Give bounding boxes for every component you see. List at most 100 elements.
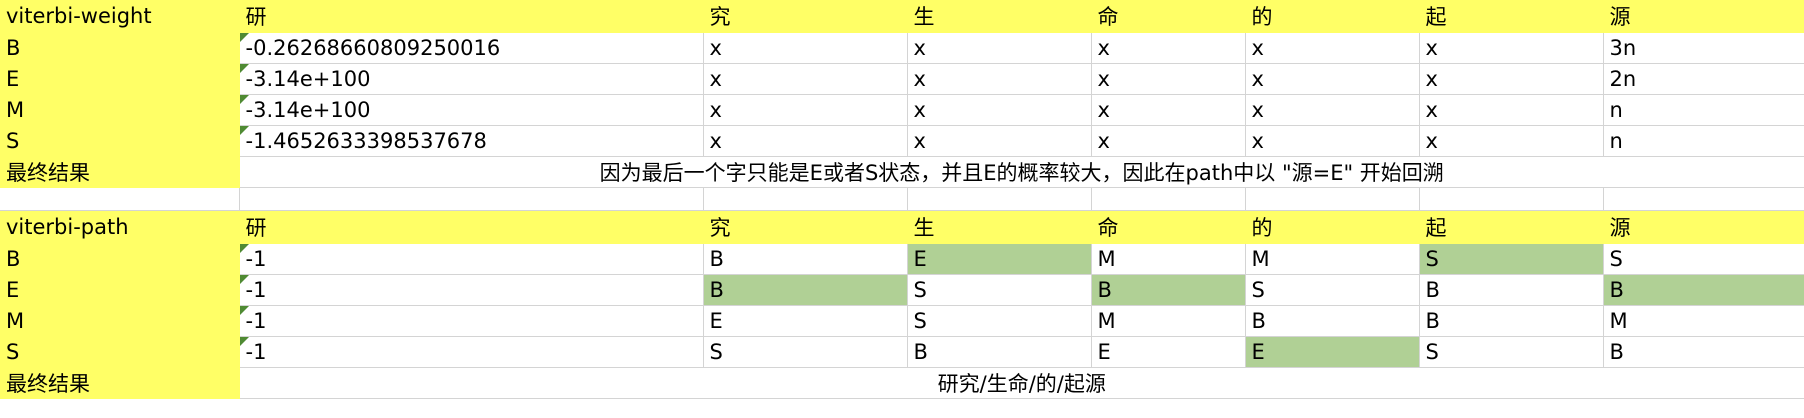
path-cell[interactable]: S <box>703 336 908 368</box>
weight-cell[interactable]: x <box>907 32 1092 64</box>
weight-cell[interactable]: x <box>1245 63 1420 95</box>
weight-result-text-cell[interactable]: 因为最后一个字只能是E或者S状态，并且E的概率较大，因此在path中以 "源=E… <box>239 156 1804 188</box>
path-value-cell[interactable]: -1 <box>239 336 704 368</box>
weight-row-m: M -3.14e+100 x x x x x n <box>0 94 1804 126</box>
result-label-cell[interactable]: 最终结果 <box>0 367 240 399</box>
path-cell[interactable]: B <box>1419 274 1604 306</box>
state-label-cell[interactable]: S <box>0 336 240 368</box>
path-cell[interactable]: M <box>1091 243 1246 275</box>
weight-value-cell[interactable]: -0.26268660809250016 <box>239 32 704 64</box>
weight-cell[interactable]: x <box>907 94 1092 126</box>
path-cell[interactable]: B <box>1603 336 1804 368</box>
weight-cell[interactable]: x <box>1091 32 1246 64</box>
weight-cell[interactable]: x <box>1245 94 1420 126</box>
empty-cell[interactable] <box>1091 187 1246 211</box>
weight-col-header[interactable]: 源 <box>1603 0 1804 33</box>
weight-cell[interactable]: x <box>1419 32 1604 64</box>
path-cell[interactable]: B <box>907 336 1092 368</box>
state-label-cell[interactable]: B <box>0 32 240 64</box>
path-cell[interactable]: E <box>1091 336 1246 368</box>
empty-cell[interactable] <box>1419 187 1604 211</box>
path-cell-highlighted[interactable]: B <box>1603 274 1804 306</box>
path-cell[interactable]: S <box>907 274 1092 306</box>
path-row-m: M -1 E S M B B M <box>0 305 1804 337</box>
weight-cell[interactable]: x <box>1091 125 1246 157</box>
weight-col-header[interactable]: 生 <box>907 0 1092 33</box>
path-cell[interactable]: M <box>1091 305 1246 337</box>
weight-cell[interactable]: x <box>1245 125 1420 157</box>
result-label-cell[interactable]: 最终结果 <box>0 156 240 188</box>
weight-cell[interactable]: x <box>703 63 908 95</box>
weight-title-cell[interactable]: viterbi-weight <box>0 0 240 33</box>
path-result-text-cell[interactable]: 研究/生命/的/起源 <box>239 367 1804 399</box>
weight-cell[interactable]: 3n <box>1603 32 1804 64</box>
weight-cell[interactable]: x <box>1091 94 1246 126</box>
path-cell-highlighted[interactable]: S <box>1419 243 1604 275</box>
spacer-row <box>0 187 1804 211</box>
weight-cell[interactable]: x <box>1419 94 1604 126</box>
weight-cell[interactable]: x <box>703 32 908 64</box>
state-label-cell[interactable]: E <box>0 63 240 95</box>
empty-cell[interactable] <box>1603 187 1804 211</box>
weight-row-s: S -1.4652633398537678 x x x x x n <box>0 125 1804 157</box>
path-cell[interactable]: S <box>1419 336 1604 368</box>
weight-row-b: B -0.26268660809250016 x x x x x 3n <box>0 32 1804 64</box>
weight-col-header[interactable]: 的 <box>1245 0 1420 33</box>
path-cell[interactable]: S <box>1603 243 1804 275</box>
empty-cell[interactable] <box>239 187 704 211</box>
path-cell[interactable]: B <box>703 243 908 275</box>
path-cell[interactable]: M <box>1245 243 1420 275</box>
path-cell-highlighted[interactable]: B <box>703 274 908 306</box>
path-title-cell[interactable]: viterbi-path <box>0 210 240 244</box>
path-cell[interactable]: B <box>1245 305 1420 337</box>
path-cell[interactable]: M <box>1603 305 1804 337</box>
state-label-cell[interactable]: E <box>0 274 240 306</box>
weight-col-header[interactable]: 究 <box>703 0 908 33</box>
empty-cell[interactable] <box>907 187 1092 211</box>
weight-cell[interactable]: x <box>1245 32 1420 64</box>
weight-cell[interactable]: x <box>1419 125 1604 157</box>
path-col-header[interactable]: 研 <box>239 210 704 244</box>
viterbi-sheet: viterbi-weight 研 究 生 命 的 起 源 B -0.262686… <box>0 0 1804 399</box>
weight-col-header[interactable]: 研 <box>239 0 704 33</box>
weight-cell[interactable]: x <box>907 125 1092 157</box>
state-label-cell[interactable]: M <box>0 94 240 126</box>
weight-cell[interactable]: n <box>1603 125 1804 157</box>
state-label-cell[interactable]: B <box>0 243 240 275</box>
weight-cell[interactable]: x <box>907 63 1092 95</box>
path-cell[interactable]: B <box>1419 305 1604 337</box>
weight-col-header[interactable]: 命 <box>1091 0 1246 33</box>
state-label-cell[interactable]: M <box>0 305 240 337</box>
weight-value-cell[interactable]: -3.14e+100 <box>239 63 704 95</box>
weight-value-cell[interactable]: -3.14e+100 <box>239 94 704 126</box>
path-value-cell[interactable]: -1 <box>239 274 704 306</box>
path-value-cell[interactable]: -1 <box>239 243 704 275</box>
weight-col-header[interactable]: 起 <box>1419 0 1604 33</box>
path-col-header[interactable]: 源 <box>1603 210 1804 244</box>
path-col-header[interactable]: 的 <box>1245 210 1420 244</box>
path-cell-highlighted[interactable]: B <box>1091 274 1246 306</box>
path-value-cell[interactable]: -1 <box>239 305 704 337</box>
weight-cell[interactable]: 2n <box>1603 63 1804 95</box>
path-row-e: E -1 B S B S B B <box>0 274 1804 306</box>
path-cell[interactable]: S <box>907 305 1092 337</box>
path-cell[interactable]: S <box>1245 274 1420 306</box>
empty-cell[interactable] <box>1245 187 1420 211</box>
state-label-cell[interactable]: S <box>0 125 240 157</box>
path-col-header[interactable]: 生 <box>907 210 1092 244</box>
weight-cell[interactable]: x <box>703 125 908 157</box>
path-cell-highlighted[interactable]: E <box>907 243 1092 275</box>
weight-cell[interactable]: x <box>703 94 908 126</box>
path-cell[interactable]: E <box>703 305 908 337</box>
path-row-s: S -1 S B E E S B <box>0 336 1804 368</box>
weight-cell[interactable]: x <box>1419 63 1604 95</box>
weight-cell[interactable]: n <box>1603 94 1804 126</box>
path-col-header[interactable]: 命 <box>1091 210 1246 244</box>
weight-cell[interactable]: x <box>1091 63 1246 95</box>
path-col-header[interactable]: 起 <box>1419 210 1604 244</box>
path-cell-highlighted[interactable]: E <box>1245 336 1420 368</box>
empty-cell[interactable] <box>0 187 240 211</box>
path-col-header[interactable]: 究 <box>703 210 908 244</box>
empty-cell[interactable] <box>703 187 908 211</box>
weight-value-cell[interactable]: -1.4652633398537678 <box>239 125 704 157</box>
